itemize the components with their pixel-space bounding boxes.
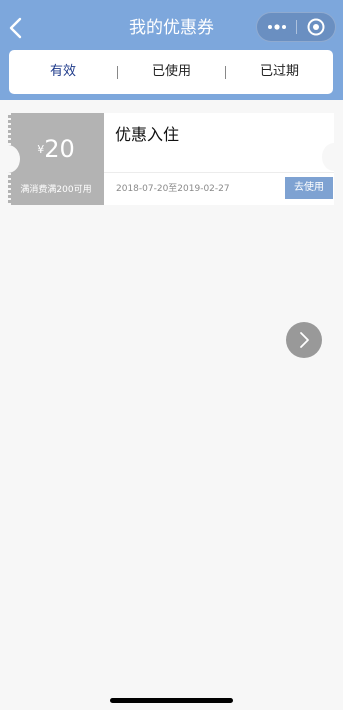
mini-program-capsule [256,12,336,42]
home-indicator [110,698,233,703]
tab-valid[interactable]: 有效 [9,50,117,94]
coupon-validity: 2018-07-20至2019-02-27 [116,184,230,194]
tab-expired[interactable]: 已过期 [226,50,333,94]
chevron-right-icon [300,332,309,348]
coupon-value-stub: ¥20 满消费满200可用 [8,113,104,205]
tab-used[interactable]: 已使用 [118,50,225,94]
coupon-divider [104,172,334,173]
coupon-amount: ¥20 [8,135,104,163]
coupon-card[interactable]: ¥20 满消费满200可用 优惠入住 2018-07-20至2019-02-27… [8,113,334,205]
floating-next-button[interactable] [286,322,322,358]
target-circle-icon[interactable] [297,13,335,41]
coupon-condition: 满消费满200可用 [20,185,92,195]
coupon-name: 优惠入住 [115,125,180,144]
coupon-amount-value: 20 [44,135,75,163]
coupon-status-tabs: 有效 已使用 已过期 [9,50,333,94]
more-dots-icon[interactable] [257,13,297,41]
use-coupon-button[interactable]: 去使用 [285,177,333,199]
ticket-notch [322,143,343,171]
